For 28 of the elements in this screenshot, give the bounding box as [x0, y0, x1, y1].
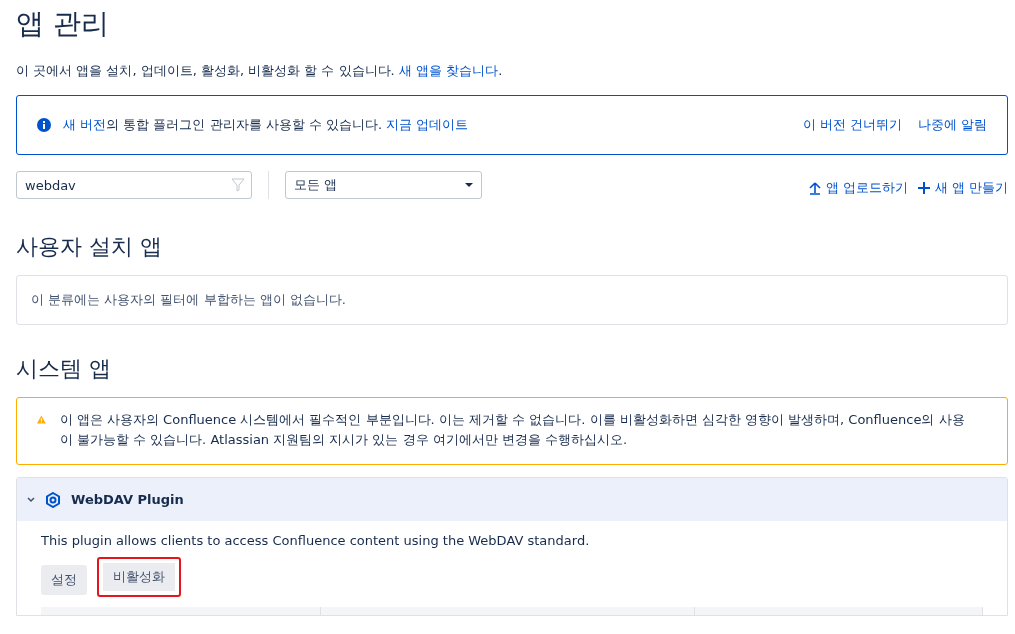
banner-link[interactable]: 나중에 알림 — [917, 116, 987, 134]
toolbar-link[interactable]: 앱 업로드하기 — [808, 179, 908, 197]
toolbar-link[interactable]: 새 앱 만들기 — [917, 179, 1008, 197]
app-action-button[interactable]: 설정 — [41, 564, 87, 595]
link[interactable]: 새 앱을 찾습니다 — [398, 63, 499, 78]
link[interactable]: 새 버전 — [63, 117, 107, 132]
hexagon-icon — [45, 491, 61, 508]
warning-icon — [37, 413, 46, 426]
app-name: WebDAV Plugin — [71, 492, 184, 507]
warning-text: 이 앱은 사용자의 Confluence 시스템에서 필수적인 부분입니다. 이는 제거할 수 없습니다. 이를 비활성화하면 심각한 영향이 발생하며, Confluence의 사용이 불가능할 수 있습니다. Atlassian 지원팀의 지시가 있는 경우 여기에서만 변경을 수행하십시오. — [59, 411, 966, 449]
upload-icon — [808, 181, 821, 195]
info-icon — [37, 118, 51, 132]
section-title: 사용자 설치 앱 — [16, 233, 163, 261]
intro-text: 이 곳에서 앱을 설치, 업데이트, 활성화, 비활성화 할 수 있습니다. 새 앱을 찾습니다. — [16, 62, 504, 80]
plus-icon — [917, 181, 930, 195]
caret-icon — [465, 183, 473, 187]
link[interactable]: 지금 업데이트 — [386, 117, 469, 132]
section-title: 시스템 앱 — [16, 355, 112, 383]
app-action-button[interactable]: 비활성화 — [97, 557, 181, 597]
banner-link[interactable]: 이 버전 건너뛰기 — [802, 116, 902, 134]
app-header[interactable]: WebDAV Plugin — [17, 478, 1007, 521]
filter-icon — [231, 178, 245, 192]
banner-message: 새 버전의 통합 플러그인 관리자를 사용할 수 있습니다. 지금 업데이트 — [63, 116, 470, 134]
page-title: 앱 관리 — [16, 6, 110, 42]
search-field[interactable]: webdav — [16, 171, 252, 199]
empty-message: 이 분류에는 사용자의 필터에 부합하는 앱이 없습니다. — [16, 275, 1008, 325]
app-filter-dropdown[interactable]: 모든 앱 — [285, 171, 482, 199]
app-description: This plugin allows clients to access Confluence content using the WebDAV standard. — [41, 533, 591, 548]
